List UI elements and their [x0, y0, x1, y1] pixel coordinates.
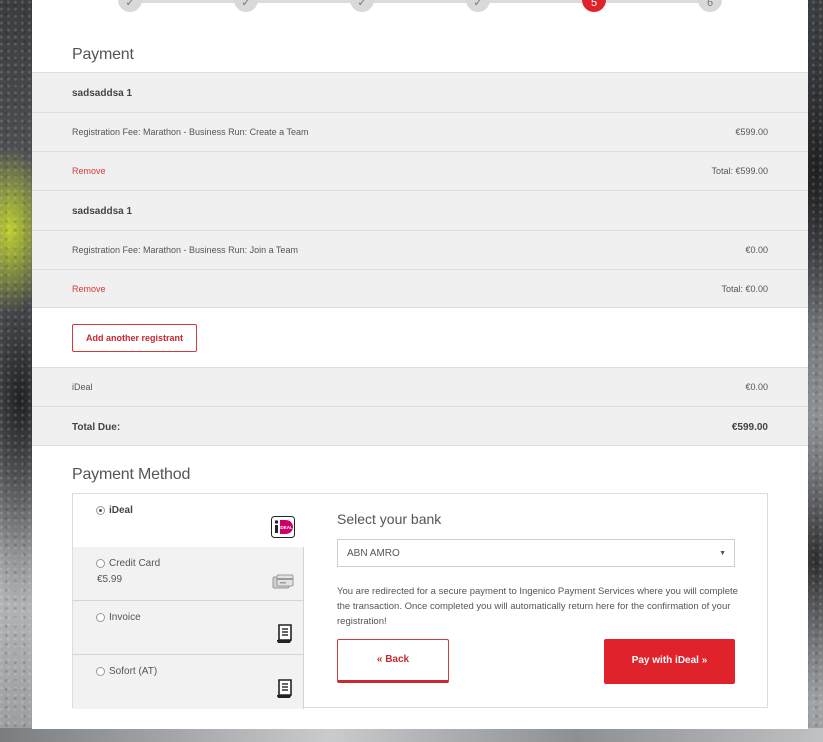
bank-select-value: ABN AMRO [347, 548, 400, 559]
step-connector [130, 0, 246, 3]
fee-amount: €599.00 [735, 127, 768, 137]
step-4-checkmark[interactable]: ✓ [466, 0, 490, 12]
payment-method-panel: iDeal iDEAL Credit Card €5.99 Invoice So… [72, 493, 768, 709]
registrant-total: Total: €0.00 [721, 284, 768, 294]
registrant-header: sadsaddsa 1 [32, 190, 808, 230]
payment-option-credit-card[interactable]: Credit Card €5.99 [73, 547, 304, 601]
step-connector [246, 0, 362, 3]
step-connector [362, 0, 478, 3]
checkout-card: ✓ ✓ ✓ ✓ 5 6 Payment sadsaddsa 1 Registra… [32, 0, 808, 729]
step-connector [594, 0, 710, 3]
invoice-icon [276, 624, 294, 647]
invoice-icon [276, 679, 294, 702]
registrant-total-row: Remove Total: €0.00 [32, 269, 808, 308]
registrant-name: sadsaddsa 1 [72, 88, 133, 99]
back-button[interactable]: « Back [337, 639, 449, 683]
registrant-total: Total: €599.00 [711, 166, 768, 176]
step-connector [478, 0, 594, 3]
payment-option-label: Invoice [109, 612, 141, 623]
payment-option-invoice[interactable]: Invoice [73, 601, 304, 655]
radio-button[interactable] [96, 559, 105, 568]
fee-label: Registration Fee: Marathon - Business Ru… [72, 127, 309, 137]
total-due-label: Total Due: [72, 422, 121, 433]
fee-label: Registration Fee: Marathon - Business Ru… [72, 245, 298, 255]
remove-link[interactable]: Remove [72, 284, 106, 294]
method-fee-row: iDeal €0.00 [32, 367, 808, 406]
credit-card-icon [272, 574, 294, 593]
method-fee-label: iDeal [72, 382, 93, 392]
step-1-checkmark[interactable]: ✓ [118, 0, 142, 12]
fee-row: Registration Fee: Marathon - Business Ru… [32, 112, 808, 151]
total-due-amount: €599.00 [731, 422, 768, 433]
remove-link[interactable]: Remove [72, 166, 106, 176]
method-fee-amount: €0.00 [745, 382, 768, 392]
payment-option-label: iDeal [109, 505, 133, 516]
redirect-notice: You are redirected for a secure payment … [337, 586, 738, 627]
total-due-row: Total Due: €599.00 [32, 406, 808, 446]
registrant-name: sadsaddsa 1 [72, 206, 133, 217]
pay-with-ideal-button[interactable]: Pay with iDeal » [604, 639, 735, 684]
registrant-header: sadsaddsa 1 [32, 72, 808, 112]
background-road [0, 728, 823, 742]
payment-method-title: Payment Method [72, 466, 191, 483]
payment-title: Payment [72, 46, 134, 63]
chevron-down-icon: ▼ [719, 550, 726, 557]
payment-option-fee: €5.99 [97, 574, 123, 585]
svg-text:iDEAL: iDEAL [279, 525, 293, 530]
select-bank-title: Select your bank [337, 511, 442, 527]
step-5-current: 5 [582, 0, 606, 12]
step-2-checkmark[interactable]: ✓ [234, 0, 258, 12]
step-3-checkmark[interactable]: ✓ [350, 0, 374, 12]
payment-option-sofort[interactable]: Sofort (AT) [73, 655, 304, 709]
radio-button-selected[interactable] [96, 506, 105, 515]
radio-button[interactable] [96, 613, 105, 622]
radio-button[interactable] [96, 667, 105, 676]
payment-option-label: Credit Card [109, 558, 161, 569]
step-6: 6 [698, 0, 722, 12]
fee-amount: €0.00 [745, 245, 768, 255]
registrant-total-row: Remove Total: €599.00 [32, 151, 808, 190]
bank-select-dropdown[interactable]: ABN AMRO ▼ [337, 539, 735, 567]
ideal-logo-icon: iDEAL [271, 516, 295, 541]
payment-option-label: Sofort (AT) [109, 666, 158, 677]
payment-option-ideal[interactable]: iDeal iDEAL [73, 494, 304, 548]
fee-row: Registration Fee: Marathon - Business Ru… [32, 230, 808, 269]
progress-stepper: ✓ ✓ ✓ ✓ 5 6 [32, 0, 808, 16]
add-registrant-button[interactable]: Add another registrant [72, 324, 197, 352]
